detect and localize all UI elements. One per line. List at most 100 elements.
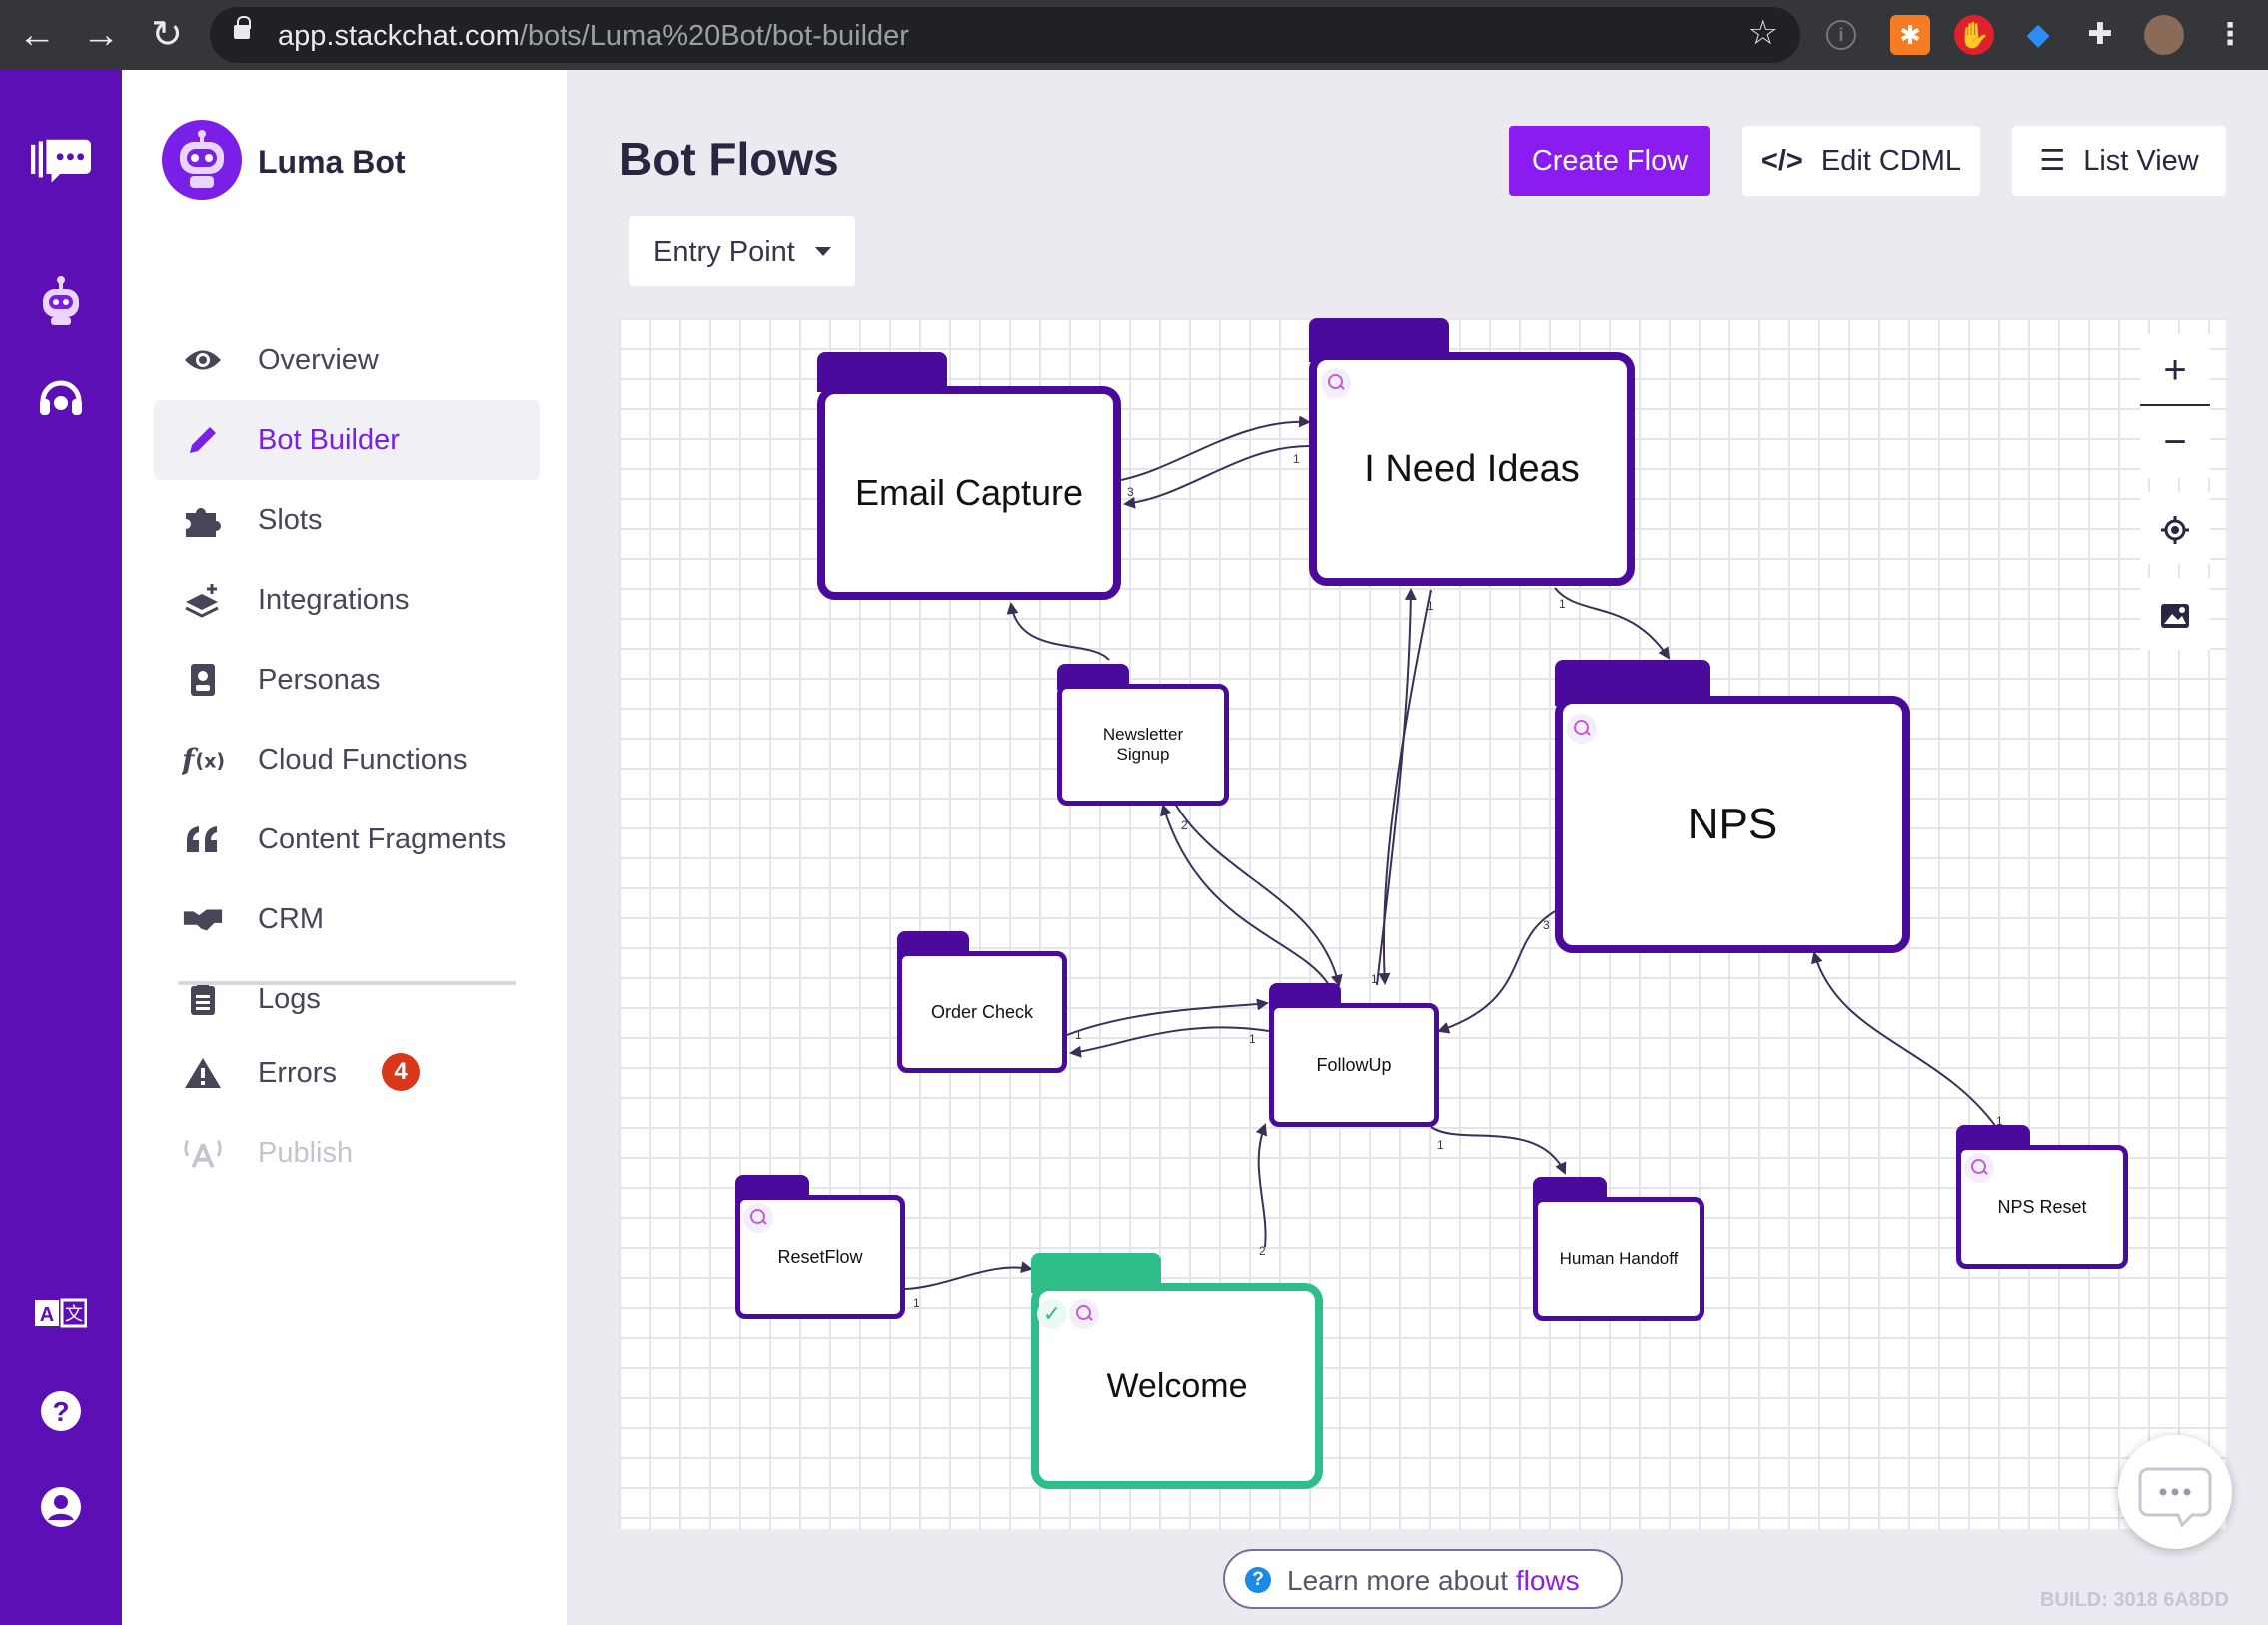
edge-welcome-to-followup: [1255, 1123, 1268, 1248]
sidebar-item-label: Content Fragments: [258, 823, 507, 855]
entry-point-dropdown[interactable]: Entry Point: [629, 216, 855, 286]
eye-icon: [182, 340, 224, 380]
sidebar-item-overview[interactable]: Overview: [154, 320, 540, 400]
edge-label: 1: [1437, 1138, 1444, 1152]
learn-more-flows[interactable]: ? Learn more about flows: [1223, 1549, 1623, 1609]
flow-node-label: NPS: [1555, 696, 1910, 953]
flow-node-human-handoff[interactable]: Human Handoff: [1533, 1177, 1704, 1321]
edge-label: 1: [1427, 599, 1434, 613]
sidebar-item-label: Bot Builder: [258, 424, 400, 456]
page-title: Bot Flows: [619, 133, 839, 185]
flows-link[interactable]: flows: [1516, 1565, 1580, 1596]
svg-text:A: A: [40, 1304, 54, 1326]
flow-node-email-capture[interactable]: Email Capture: [817, 352, 1121, 600]
svg-text:(x): (x): [195, 750, 224, 773]
flow-node-label: FollowUp: [1269, 1003, 1439, 1127]
app-rail: A 文 ?: [0, 70, 122, 1625]
stackchat-logo-icon[interactable]: [31, 132, 91, 192]
sidebar: Luma Bot Overview Bot Builder Slots Inte…: [122, 70, 567, 1625]
help-icon[interactable]: ?: [31, 1381, 91, 1441]
sidebar-item-slots[interactable]: Slots: [154, 480, 540, 560]
sidebar-item-label: Publish: [258, 1137, 354, 1169]
zoom-in-icon[interactable]: +: [2140, 334, 2210, 406]
sidebar-item-label: Cloud Functions: [258, 744, 468, 776]
list-view-button[interactable]: ☰ List View: [2012, 126, 2226, 196]
edge-followup-to-handoff: [1430, 1126, 1567, 1175]
flow-node-order-check[interactable]: Order Check: [897, 931, 1067, 1073]
help-circle-icon: ?: [1245, 1567, 1271, 1593]
sidebar-item-label: Integrations: [258, 584, 410, 616]
sidebar-item-label: CRM: [258, 903, 325, 935]
edit-cdml-label: Edit CDML: [1820, 145, 1962, 177]
search-icon[interactable]: [1069, 1299, 1099, 1329]
export-image-icon[interactable]: [2140, 578, 2210, 650]
hubspot-extension-icon[interactable]: ✱: [1890, 15, 1930, 55]
flow-node-resetflow[interactable]: ResetFlow: [735, 1175, 905, 1319]
info-extension-icon[interactable]: i: [1826, 20, 1856, 50]
account-icon[interactable]: [31, 1477, 91, 1537]
caret-down-icon: [815, 247, 831, 256]
edge-label: 1: [1293, 452, 1300, 466]
browser-menu-icon[interactable]: ⋮: [2210, 15, 2250, 55]
search-icon[interactable]: [1321, 368, 1351, 398]
support-headset-icon[interactable]: [31, 368, 91, 428]
errors-count-badge: 4: [382, 1053, 420, 1091]
sidebar-item-logs[interactable]: Logs: [154, 959, 540, 1039]
search-icon[interactable]: [1567, 714, 1597, 744]
flow-node-i-need-ideas[interactable]: I Need Ideas: [1309, 318, 1635, 586]
puzzle-extension-icon[interactable]: ✚: [2080, 15, 2120, 55]
warning-icon: [182, 1053, 224, 1093]
sidebar-item-bot-builder[interactable]: Bot Builder: [154, 400, 540, 480]
build-version: BUILD: 3018 6A8DD: [2040, 1589, 2229, 1611]
flow-node-label: Newsletter Signup: [1057, 684, 1229, 806]
adblock-extension-icon[interactable]: ✋: [1954, 15, 1994, 55]
id-badge-icon: [182, 660, 224, 700]
bookmark-star-icon[interactable]: ☆: [1748, 13, 1778, 53]
flow-canvas[interactable]: 3 1 1 1 1 1 3 2 1 1 1 2 1 Email Capture …: [619, 318, 2226, 1529]
sidebar-item-crm[interactable]: CRM: [154, 879, 540, 959]
edge-label: 3: [1127, 485, 1134, 499]
sidebar-item-errors[interactable]: Errors 4: [154, 1033, 540, 1113]
function-icon: f (x): [182, 740, 224, 780]
chat-launcher-button[interactable]: [2118, 1435, 2232, 1549]
bot-icon[interactable]: [31, 270, 91, 330]
search-icon[interactable]: [1964, 1153, 1994, 1183]
flow-node-newsletter-signup[interactable]: Newsletter Signup: [1057, 664, 1229, 806]
search-icon[interactable]: [743, 1203, 773, 1233]
edge-newsletter-to-followup: [1174, 803, 1343, 987]
flow-node-welcome[interactable]: Welcome ✓: [1031, 1253, 1323, 1489]
forward-icon[interactable]: →: [78, 12, 124, 58]
profile-avatar[interactable]: [2144, 15, 2184, 55]
sidebar-item-content-fragments[interactable]: Content Fragments: [154, 800, 540, 879]
sidebar-item-integrations[interactable]: Integrations: [154, 560, 540, 640]
flow-node-followup[interactable]: FollowUp: [1269, 983, 1439, 1127]
flow-node-nps-reset[interactable]: NPS Reset: [1956, 1125, 2128, 1269]
back-icon[interactable]: ←: [14, 12, 60, 58]
zoom-out-icon[interactable]: −: [2140, 406, 2210, 478]
flow-node-nps[interactable]: NPS: [1555, 660, 1910, 953]
layers-plus-icon: [182, 580, 224, 620]
svg-text:?: ?: [52, 1396, 69, 1427]
edge-newsletter-to-email: [1006, 602, 1110, 661]
edge-followup-to-newsletter: [1160, 804, 1330, 986]
broadcast-icon: [182, 1133, 224, 1173]
puzzle-icon: [182, 500, 224, 540]
sidebar-item-cloud-functions[interactable]: f (x) Cloud Functions: [154, 720, 540, 800]
edge-followup-to-ordercheck: [1069, 1026, 1270, 1058]
recenter-icon[interactable]: [2140, 492, 2210, 564]
address-bar[interactable]: app.stackchat.com/bots/Luma%20Bot/bot-bu…: [210, 7, 1800, 63]
translate-icon[interactable]: A 文: [31, 1283, 91, 1343]
edit-cdml-button[interactable]: </> Edit CDML: [1742, 126, 1980, 196]
dropper-extension-icon[interactable]: ◆: [2018, 15, 2058, 55]
flow-node-label: I Need Ideas: [1309, 352, 1635, 586]
sidebar-item-label: Slots: [258, 504, 323, 536]
reload-icon[interactable]: ↻: [144, 12, 190, 58]
sidebar-item-label: Logs: [258, 983, 321, 1015]
sidebar-item-label: Overview: [258, 344, 379, 376]
sidebar-item-personas[interactable]: Personas: [154, 640, 540, 720]
edge-reset-to-welcome: [904, 1261, 1033, 1290]
create-flow-button[interactable]: Create Flow: [1509, 126, 1710, 196]
edge-label: 3: [1543, 918, 1550, 932]
sidebar-item-publish[interactable]: Publish: [154, 1113, 540, 1193]
bot-name: Luma Bot: [258, 144, 406, 180]
